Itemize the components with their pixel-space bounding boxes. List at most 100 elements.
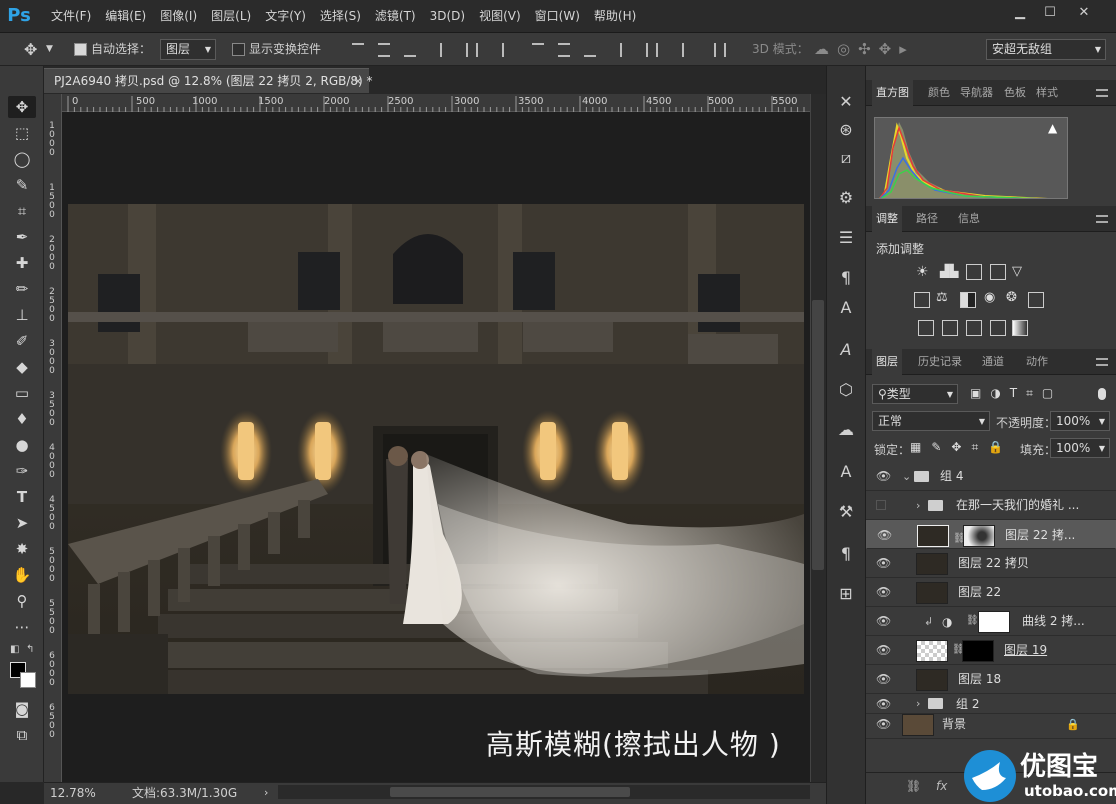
auto-align-icon[interactable] [714,43,726,57]
clone-stamp-tool-icon[interactable]: ⊥ [8,304,36,326]
auto-select-checkbox[interactable]: 自动选择： [74,33,151,66]
tab-channels[interactable]: 通道 [982,349,1004,375]
character-icon[interactable]: A [834,460,858,484]
properties-icon[interactable]: ⚙ [834,186,858,210]
auto-select-dropdown[interactable]: 图层 ▼ [160,39,216,60]
3d-icon[interactable]: ⬡ [834,378,858,402]
type-tool-icon[interactable]: T [8,486,36,508]
link-layers-icon[interactable]: ⛓ [906,779,921,793]
menu-3d[interactable]: 3D(D) [423,0,472,33]
visibility-eye-icon[interactable]: 👁 [876,673,891,685]
visibility-eye-icon[interactable]: 👁 [876,586,891,598]
opacity-input[interactable]: 100% ▼ [1050,411,1110,431]
pen-tool-icon[interactable]: ✑ [8,460,36,482]
hand-tool-icon[interactable]: ✋ [8,564,36,586]
visibility-eye-icon[interactable]: 👁 [876,718,891,730]
move-tool-icon[interactable]: ✥ [24,33,37,66]
menu-edit[interactable]: 编辑(E) [98,0,153,33]
menu-filter[interactable]: 滤镜(T) [368,0,423,33]
tool-presets-icon[interactable]: ⚒ [834,500,858,524]
menu-select[interactable]: 选择(S) [313,0,368,33]
brightness-icon[interactable]: ☀ [916,264,929,280]
crop-tool-icon[interactable]: ⌗ [8,200,36,222]
panel-menu-icon[interactable] [1096,215,1108,223]
visibility-eye-icon[interactable]: 👁 [876,644,891,656]
brush-tool-icon[interactable]: ✏ [8,278,36,300]
color-lookup-icon[interactable] [1028,292,1044,308]
tools-cross-icon[interactable]: ✕ [834,90,858,114]
chevron-right-icon[interactable]: › [916,491,920,520]
tab-swatches[interactable]: 色板 [1004,80,1026,106]
path-select-tool-icon[interactable]: ➤ [8,512,36,534]
vertical-scrollbar-thumb[interactable] [812,300,824,570]
posterize-icon[interactable] [942,320,958,336]
layer-row-layer19[interactable]: 👁 ⛓ 图层 19 [866,636,1116,665]
menu-layer[interactable]: 图层(L) [204,0,258,33]
channel-mixer-icon[interactable]: ❂ [1006,290,1017,305]
dodge-tool-icon[interactable]: ● [8,434,36,456]
visibility-eye-icon[interactable]: 👁 [876,470,891,482]
shape-tool-icon[interactable]: ✸ [8,538,36,560]
minimize-button[interactable]: ▁ [1006,2,1034,24]
exposure-icon[interactable] [990,264,1006,280]
tab-color[interactable]: 颜色 [928,80,950,106]
vibrance-icon[interactable]: ▽ [1012,264,1022,279]
tab-styles[interactable]: 样式 [1036,80,1058,106]
tab-actions[interactable]: 动作 [1026,349,1048,375]
align-top-icon[interactable] [352,43,364,57]
visibility-eye-icon[interactable]: 👁 [876,698,891,710]
eyedropper-tool-icon[interactable]: ✒ [8,226,36,248]
history-brush-tool-icon[interactable]: ✐ [8,330,36,352]
lasso-tool-icon[interactable]: ◯ [8,148,36,170]
background-color-swatch[interactable] [20,672,36,688]
curves-icon[interactable] [966,264,982,280]
layer-filter-icons[interactable]: ▣◑T⌗▢ [970,386,1062,401]
layer-row-background[interactable]: 👁 背景 🔒 [866,710,1116,739]
distribute-top-icon[interactable] [532,43,544,57]
blur-tool-icon[interactable]: ♦ [8,408,36,430]
quick-select-tool-icon[interactable]: ✎ [8,174,36,196]
warning-icon[interactable]: ▲ [1048,121,1057,135]
default-colors-icon[interactable]: ◧ [10,644,19,655]
layer-row-layer22-copy2[interactable]: 👁 ⛓ 图层 22 拷... [866,520,1116,549]
align-bottom-icon[interactable] [404,43,416,57]
layer-row-curves2-copy[interactable]: 👁 ↲ ◑ ⛓ 曲线 2 拷... [866,607,1116,636]
tab-history[interactable]: 历史记录 [918,349,962,375]
menu-window[interactable]: 窗口(W) [528,0,587,33]
threshold-icon[interactable] [966,320,982,336]
paragraph-styles-icon[interactable]: ¶ [834,266,858,290]
tab-navigator[interactable]: 导航器 [960,80,993,106]
visibility-eye-icon[interactable]: 👁 [876,615,891,627]
fill-input[interactable]: 100% ▼ [1050,438,1110,458]
screen-mode-icon[interactable]: ⧉ [8,724,36,746]
document-tab[interactable]: PJ2A6940 拷贝.psd @ 12.8% (图层 22 拷贝 2, RGB… [44,68,373,93]
visibility-off-box[interactable] [876,500,886,510]
tab-layers[interactable]: 图层 [872,349,902,375]
brush-preset-icon[interactable]: ⊛ [834,118,858,142]
close-button[interactable]: ✕ [1070,2,1098,24]
tab-histogram[interactable]: 直方图 [872,80,913,106]
invert-icon[interactable] [918,320,934,336]
actions-list-icon[interactable]: ☰ [834,226,858,250]
distribute-bottom-icon[interactable] [584,43,596,57]
visibility-eye-icon[interactable]: 👁 [876,557,891,569]
distribute-hcenter-icon[interactable] [646,43,658,57]
menu-image[interactable]: 图像(I) [153,0,204,33]
menu-type[interactable]: 文字(Y) [258,0,313,33]
menu-file[interactable]: 文件(F) [44,0,98,33]
maximize-button[interactable]: ☐ [1036,2,1064,24]
swap-colors-icon[interactable]: ↰ [26,644,34,655]
distribute-vcenter-icon[interactable] [558,43,570,57]
align-hcenter-icon[interactable] [466,43,478,57]
layer-row-group-wedding[interactable]: › 在那一天我们的婚礼 ... [866,491,1116,520]
layer-filter-dropdown[interactable]: ⚲类型 ▼ [872,384,958,404]
menu-help[interactable]: 帮助(H) [587,0,643,33]
distribute-left-icon[interactable] [620,43,632,57]
filter-toggle-icon[interactable] [1098,388,1106,400]
healing-brush-tool-icon[interactable]: ✚ [8,252,36,274]
photo-filter-icon[interactable]: ◉ [984,290,995,305]
gradient-map-icon[interactable] [1012,320,1028,336]
black-white-icon[interactable] [960,292,976,308]
more-tools-icon[interactable]: ⋯ [8,616,36,638]
selective-color-icon[interactable] [990,320,1006,336]
